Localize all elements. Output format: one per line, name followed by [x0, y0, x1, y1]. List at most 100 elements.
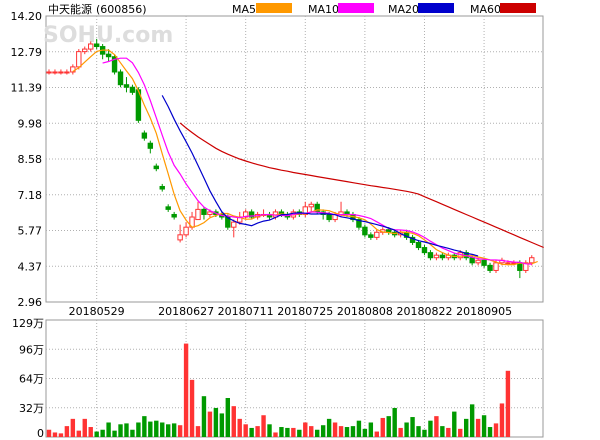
candle-body: [117, 71, 124, 86]
volume-bar: [219, 413, 225, 437]
price-tick-label: 4.37: [18, 260, 43, 273]
candle: [99, 43, 106, 60]
volume-bar: [273, 432, 278, 437]
volume-bar: [338, 426, 344, 437]
volume-bar: [106, 422, 111, 437]
volume-bar: [291, 427, 296, 437]
volume-bar: [142, 416, 147, 437]
volume-bar: [171, 423, 177, 437]
volume-bar: [88, 427, 93, 437]
candle-body: [427, 252, 434, 259]
volume-bar: [446, 427, 451, 437]
stock-code: (600856): [96, 3, 147, 16]
candle: [362, 224, 368, 238]
candle: [171, 211, 177, 220]
volume-bar: [487, 427, 493, 437]
volume-bar: [207, 411, 213, 437]
candle-body: [362, 226, 368, 236]
price-tick-label: 9.98: [18, 117, 43, 130]
candle: [177, 224, 183, 243]
stock-name: 中天能源: [48, 2, 92, 16]
volume-bar: [303, 422, 308, 437]
candle-body: [123, 84, 130, 88]
candle-body: [195, 208, 201, 221]
candle-body: [93, 43, 100, 48]
volume-bar: [499, 403, 505, 437]
candle: [183, 222, 189, 238]
price-tick-label: 8.58: [18, 153, 43, 166]
volume-bar: [160, 422, 165, 437]
volume-bar: [356, 420, 362, 437]
legend-swatch-ma10: [338, 3, 374, 13]
candle-body: [505, 262, 511, 265]
volume-bar: [112, 430, 117, 437]
legend-swatch-ma20: [418, 3, 454, 13]
volume-bar: [94, 431, 99, 437]
candle-body: [207, 211, 213, 215]
candle-body: [368, 234, 374, 238]
volume-bar: [374, 431, 379, 437]
price-tick-label: 5.77: [18, 225, 43, 238]
volume-bar: [76, 430, 81, 437]
volume-bar: [64, 426, 70, 437]
candle: [320, 209, 326, 220]
volume-frame: [45, 319, 544, 438]
legend-label-ma5: MA5: [232, 3, 256, 16]
price-tick-label: 14.20: [11, 10, 43, 23]
volume-bar: [52, 432, 58, 437]
volume-bar: [136, 422, 141, 437]
candle-body: [469, 257, 475, 264]
volume-bar: [237, 418, 242, 437]
axis-labels: 14.20 12.79 11.39 9.98 8.58 7.18 5.77 4.37 2.96 2…: [11, 10, 513, 440]
volume-bar: [46, 429, 52, 437]
volume-bar: [315, 429, 320, 437]
volume-bars: [46, 343, 511, 437]
candle: [409, 234, 416, 246]
candle-body: [308, 203, 314, 208]
candle-body: [147, 142, 154, 149]
candle: [141, 130, 148, 141]
candle-body: [529, 257, 535, 264]
volume-bar: [297, 429, 302, 437]
candle-body: [231, 221, 237, 228]
volume-bar: [154, 420, 159, 437]
legend-label-ma20: MA20: [388, 3, 419, 16]
volume-bar: [428, 420, 433, 437]
volume-bar: [386, 416, 391, 437]
volume-bar: [464, 418, 469, 437]
volume-bar: [458, 428, 463, 437]
candle: [70, 64, 76, 75]
volume-bar: [279, 427, 284, 437]
candle: [195, 201, 201, 221]
candle-body: [415, 241, 422, 249]
ma60-line: [179, 122, 544, 249]
candle: [46, 69, 52, 75]
volume-bar: [189, 379, 195, 437]
legend-label-ma10: MA10: [308, 3, 339, 16]
candle: [117, 69, 124, 88]
volume-bar: [70, 418, 76, 437]
candle-body: [58, 71, 64, 74]
date-tick-label: 20180822: [396, 305, 452, 318]
legend-swatch-ma60: [500, 3, 536, 13]
volume-bar: [380, 417, 385, 437]
candle: [421, 245, 428, 256]
candle-body: [433, 254, 440, 259]
candle: [523, 260, 529, 273]
candle-body: [177, 234, 183, 241]
watermark-text: SOHU.com: [43, 23, 173, 48]
candle: [201, 206, 207, 220]
ma20-line: [161, 95, 479, 257]
candle: [368, 232, 374, 240]
candle: [242, 209, 249, 220]
volume-bar: [410, 417, 415, 437]
volume-bar: [124, 423, 129, 437]
volume-bar: [404, 422, 409, 437]
volume-bar: [166, 424, 171, 437]
candle-body: [159, 185, 165, 190]
candle: [159, 183, 165, 192]
candle: [308, 201, 314, 212]
legend: MA5 MA10 MA20 MA60: [232, 3, 536, 16]
volume-bar: [285, 427, 290, 437]
volume-bar: [452, 411, 457, 437]
